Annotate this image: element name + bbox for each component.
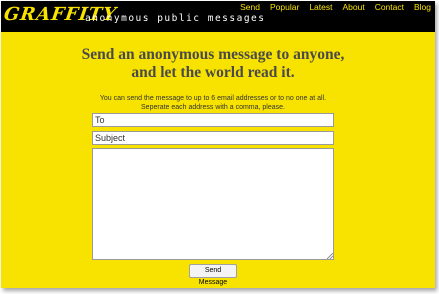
- page-frame: GRAFFITY anonymous public messages Send …: [1, 1, 435, 288]
- resize-grip-icon[interactable]: [327, 253, 333, 259]
- headline-line-1: Send an anonymous message to anyone,: [81, 46, 345, 63]
- send-message-button[interactable]: Send Message: [189, 264, 237, 286]
- intro-line-1: You can send the message to up to 6 emai…: [99, 95, 327, 102]
- headline-line-2: and let the world read it.: [131, 64, 295, 81]
- nav-contact[interactable]: Contact: [375, 1, 404, 13]
- intro-text: You can send the message to up to 6 emai…: [1, 94, 425, 112]
- page-headline: Send an anonymous message to anyone, and…: [1, 46, 425, 82]
- nav-blog[interactable]: Blog: [414, 1, 431, 13]
- nav-send[interactable]: Send: [240, 1, 260, 13]
- nav-popular[interactable]: Popular: [270, 1, 299, 13]
- main-nav: Send Popular Latest About Contact Blog: [240, 1, 431, 13]
- subject-field[interactable]: [92, 131, 334, 145]
- site-tagline: anonymous public messages: [85, 13, 266, 24]
- to-field[interactable]: [92, 113, 334, 127]
- top-bar: GRAFFITY anonymous public messages Send …: [1, 1, 435, 32]
- nav-latest[interactable]: Latest: [309, 1, 332, 13]
- intro-line-2: Seperate each address with a comma, plea…: [141, 104, 285, 111]
- message-textarea[interactable]: [92, 148, 334, 260]
- nav-about[interactable]: About: [342, 1, 364, 13]
